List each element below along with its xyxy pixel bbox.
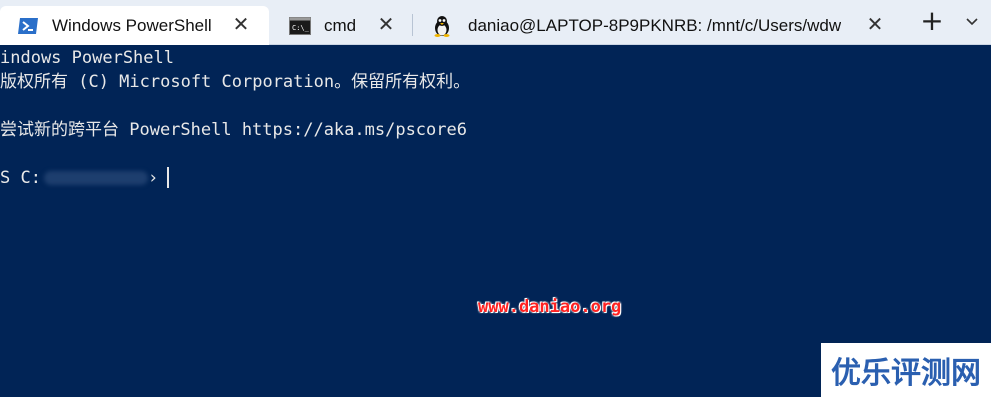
tab-bar: Windows PowerShell ✕ C:\_ cmd ✕ daniao@L… — [0, 0, 991, 45]
terminal-window: Windows PowerShell ✕ C:\_ cmd ✕ daniao@L… — [0, 0, 991, 397]
tab-label: Windows PowerShell — [52, 15, 212, 35]
watermark-url: www.daniao.org — [478, 297, 622, 317]
chevron-down-icon[interactable] — [962, 12, 982, 32]
svg-text:C:\_: C:\_ — [292, 24, 310, 32]
terminal-prompt: S C: — [0, 168, 41, 188]
tab-cmd[interactable]: C:\_ cmd ✕ — [276, 6, 407, 45]
linux-penguin-icon — [430, 15, 454, 37]
tab-windows-powershell[interactable]: Windows PowerShell ✕ — [0, 6, 269, 45]
tab-label: daniao@LAPTOP-8P9PKNRB: /mnt/c/Users/wdw — [468, 15, 842, 35]
watermark-logo: 优乐评测网 — [821, 343, 991, 397]
close-icon[interactable]: ✕ — [231, 15, 251, 35]
tab-label: cmd — [324, 15, 357, 35]
prompt-suffix: › — [148, 168, 159, 188]
terminal-line: 尝试新的跨平台 PowerShell https://aka.ms/pscore… — [0, 120, 467, 140]
cmd-icon: C:\_ — [288, 16, 312, 36]
tab-separator — [412, 14, 413, 36]
terminal-line: 版权所有 (C) Microsoft Corporation。保留所有权利。 — [0, 72, 471, 92]
text-cursor — [167, 167, 169, 188]
close-icon[interactable]: ✕ — [376, 15, 396, 35]
terminal-line: indows PowerShell — [0, 48, 174, 68]
redacted-path — [44, 171, 148, 185]
tab-wsl[interactable]: daniao@LAPTOP-8P9PKNRB: /mnt/c/Users/wdw… — [420, 6, 900, 45]
close-icon[interactable]: ✕ — [865, 15, 885, 35]
new-tab-button[interactable]: + — [918, 7, 946, 36]
powershell-icon — [16, 16, 40, 36]
